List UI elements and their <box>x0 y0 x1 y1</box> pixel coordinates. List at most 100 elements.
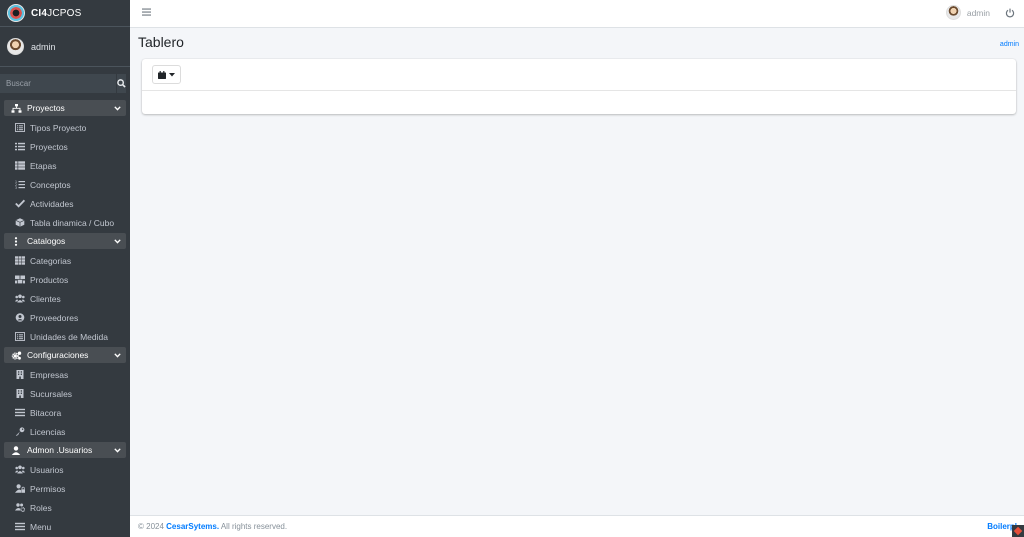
building-icon <box>15 389 25 398</box>
copyright-suffix: All rights reserved. <box>219 522 288 531</box>
sidebar-item-tabla-dinamica-cubo[interactable]: Tabla dinamica / Cubo <box>0 213 130 232</box>
debug-toolbar-icon[interactable] <box>1012 525 1024 537</box>
sidebar-item-tipos-proyecto[interactable]: Tipos Proyecto <box>0 118 130 137</box>
list-icon <box>15 142 25 151</box>
sidebar-item-proyectos[interactable]: Proyectos <box>0 137 130 156</box>
sidebar-item-licencias[interactable]: Licencias <box>0 422 130 441</box>
sidebar-item-label: Permisos <box>30 483 66 494</box>
sidebar-item-label: Tabla dinamica / Cubo <box>30 217 115 228</box>
chevron-down-icon <box>114 447 121 453</box>
sidebar-section-proyectos[interactable]: Proyectos <box>4 100 126 116</box>
brand-name-bold: CI4 <box>31 7 48 19</box>
sidebar-item-clientes[interactable]: Clientes <box>0 289 130 308</box>
sidebar-item-label: Usuarios <box>30 464 64 475</box>
sidebar-item-etapas[interactable]: Etapas <box>0 156 130 175</box>
avatar <box>945 5 961 20</box>
calendar-icon <box>158 70 166 79</box>
sidebar-item-empresas[interactable]: Empresas <box>0 365 130 384</box>
bars-icon <box>142 8 151 16</box>
page-title: Tablero <box>138 34 184 50</box>
sidebar-item-label: Licencias <box>30 426 66 437</box>
sidebar-item-unidades-de-medida[interactable]: Unidades de Medida <box>0 327 130 346</box>
sidebar: CI4JCPOS admin ProyectosTipos ProyectoPr… <box>0 0 130 537</box>
ellipsis-v-icon <box>9 236 23 246</box>
dashboard-card <box>142 59 1016 114</box>
cube-icon <box>15 218 25 227</box>
sidebar-item-label: Categorias <box>30 255 72 266</box>
sidebar-item-label: Bitacora <box>30 407 62 418</box>
building-icon <box>15 370 25 379</box>
sidebar-section-catalogos[interactable]: Catalogos <box>4 233 126 249</box>
th-icon <box>15 256 25 265</box>
sidebar-user-name[interactable]: admin <box>31 42 56 52</box>
chevron-down-icon <box>114 352 121 358</box>
chevron-down-icon <box>114 105 121 111</box>
top-navbar: admin <box>130 0 1024 28</box>
sidebar-section-configuraciones[interactable]: Configuraciones <box>4 347 126 363</box>
sidebar-item-sucursales[interactable]: Sucursales <box>0 384 130 403</box>
sidebar-item-usuarios[interactable]: Usuarios <box>0 460 130 479</box>
bars-icon <box>15 408 25 417</box>
copyright-prefix: © 2024 <box>138 522 167 531</box>
sidebar-item-menu[interactable]: Menu <box>0 517 130 536</box>
menu-toggle-button[interactable] <box>142 8 151 16</box>
list-alt-icon <box>15 123 25 132</box>
brand-link[interactable]: CI4JCPOS <box>0 0 130 27</box>
list-ol-icon: 123 <box>15 180 25 189</box>
check-icon <box>15 199 25 208</box>
sidebar-section-admon-usuarios[interactable]: Admon .Usuarios <box>4 442 126 458</box>
sidebar-item-label: Actividades <box>30 198 74 209</box>
th-list-icon <box>15 161 25 170</box>
calendar-dropdown-button[interactable] <box>152 65 181 84</box>
user-panel[interactable]: admin <box>0 27 130 67</box>
sidebar-item-categorias[interactable]: Categorias <box>0 251 130 270</box>
sidebar-item-bitacora[interactable]: Bitacora <box>0 403 130 422</box>
sidebar-item-label: Unidades de Medida <box>30 331 108 342</box>
caret-down-icon <box>169 72 175 76</box>
sidebar-item-roles[interactable]: Roles <box>0 498 130 517</box>
svg-text:3: 3 <box>15 186 17 189</box>
users-cog-icon <box>15 503 25 512</box>
logout-button[interactable] <box>1005 8 1015 18</box>
card-header <box>142 59 1016 91</box>
list-alt-icon <box>15 332 25 341</box>
users-icon <box>15 465 25 474</box>
sidebar-item-actividades[interactable]: Actividades <box>0 194 130 213</box>
bars-icon <box>15 522 25 531</box>
users-icon <box>15 294 25 303</box>
company-link[interactable]: CesarSytems. <box>166 522 219 531</box>
user-icon <box>9 445 23 455</box>
sidebar-item-label: Conceptos <box>30 179 71 190</box>
sidebar-nav: Proyectos Tipos Proyecto Proyectos Etapas 1 2… <box>0 100 130 536</box>
sidebar-item-label: Empresas <box>30 369 69 380</box>
sidebar-search <box>0 74 126 93</box>
sidebar-item-label: Sucursales <box>30 388 73 399</box>
sidebar-item-label: Tipos Proyecto <box>30 122 87 133</box>
boxes-icon <box>15 275 25 284</box>
key-icon <box>15 427 25 436</box>
sidebar-section-label: Catalogos <box>27 236 66 246</box>
sidebar-section-label: Proyectos <box>27 103 65 113</box>
sidebar-item-productos[interactable]: Productos <box>0 270 130 289</box>
sidebar-item-label: Proveedores <box>30 312 79 323</box>
sidebar-item-proveedores[interactable]: Proveedores <box>0 308 130 327</box>
sidebar-item-conceptos[interactable]: 1 2 3 Conceptos <box>0 175 130 194</box>
breadcrumb[interactable]: admin <box>1000 41 1019 48</box>
sidebar-item-label: Menu <box>30 521 52 532</box>
footer: © 2024 CesarSytems. All rights reserved.… <box>130 515 1024 537</box>
user-menu[interactable]: admin <box>945 5 990 20</box>
user-lock-icon <box>15 484 25 493</box>
brand-name-light: JCPOS <box>47 7 82 19</box>
search-input[interactable] <box>0 74 116 93</box>
chevron-down-icon <box>114 238 121 244</box>
user-circle-icon <box>15 313 25 322</box>
sidebar-section-label: Admon .Usuarios <box>27 445 93 455</box>
sidebar-item-permisos[interactable]: Permisos <box>0 479 130 498</box>
sidebar-item-label: Etapas <box>30 160 57 171</box>
sidebar-item-label: Productos <box>30 274 69 285</box>
search-button[interactable] <box>116 74 126 93</box>
sidebar-section-label: Configuraciones <box>27 350 89 360</box>
sidebar-item-label: Clientes <box>30 293 61 304</box>
power-icon <box>1005 8 1015 18</box>
cogs-icon <box>9 351 23 360</box>
